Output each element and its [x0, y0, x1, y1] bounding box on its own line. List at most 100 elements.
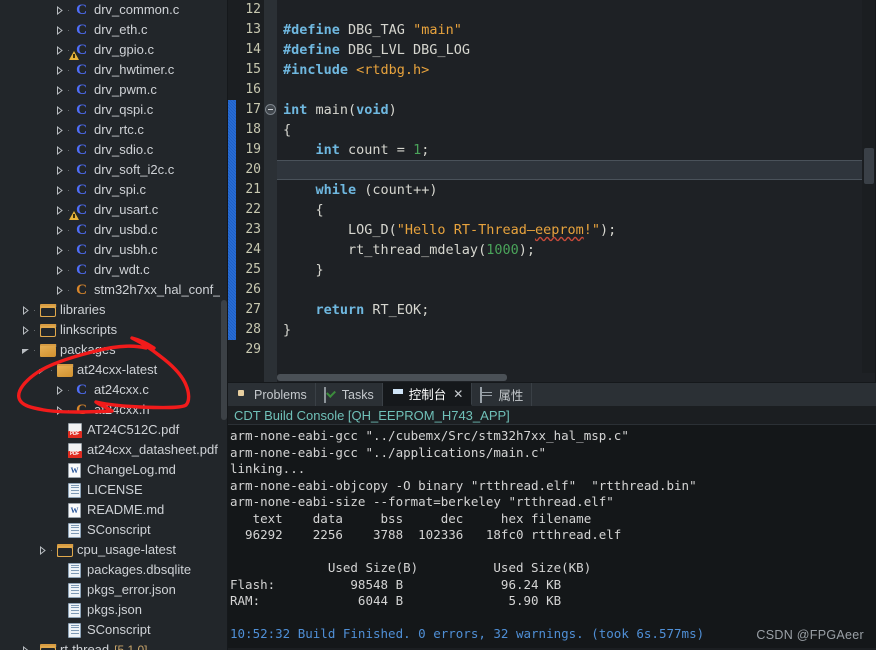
code-line[interactable]: #include <rtdbg.h> [277, 60, 876, 80]
chevron-right-icon[interactable] [54, 180, 65, 200]
editor-vertical-scrollbar[interactable] [862, 0, 876, 373]
project-explorer[interactable]: · Cdrv_common.c · Cdrv_eth.c · Cdrv_gpio.c · Cd… [0, 0, 228, 650]
tree-item[interactable]: · Cdrv_pwm.c [0, 80, 228, 100]
tree-expand-arrow[interactable] [54, 580, 65, 600]
tree-item[interactable]: · Cdrv_gpio.c [0, 40, 228, 60]
tree-expand-arrow[interactable] [54, 460, 65, 480]
tree-item[interactable]: · Cdrv_usbh.c [0, 240, 228, 260]
editor-horizontal-scrollbar-thumb[interactable] [277, 374, 507, 381]
tree-expand-arrow[interactable] [54, 420, 65, 440]
tree-item[interactable]: · packages [0, 340, 228, 360]
tree-item[interactable]: LICENSE [0, 480, 228, 500]
console-tab[interactable]: Tasks [316, 383, 383, 406]
tree-item[interactable]: packages.dbsqlite [0, 560, 228, 580]
chevron-right-icon[interactable] [54, 60, 65, 80]
code-line[interactable]: #define DBG_LVL DBG_LOG [277, 40, 876, 60]
code-line[interactable]: { [277, 120, 876, 140]
code-line[interactable]: int main(void) [277, 100, 876, 120]
editor-folding-column[interactable] [264, 0, 277, 382]
tree-item[interactable]: PDF AT24C512C.pdf [0, 420, 228, 440]
chevron-right-icon[interactable] [54, 160, 65, 180]
chevron-right-icon[interactable] [54, 260, 65, 280]
code-line[interactable]: } [277, 320, 876, 340]
console-tab[interactable]: 控制台 ✕ [382, 383, 473, 406]
chevron-right-icon[interactable] [54, 220, 65, 240]
console-tab[interactable]: Problems [228, 383, 316, 406]
tree-item[interactable]: · Cdrv_spi.c [0, 180, 228, 200]
chevron-right-icon[interactable] [20, 300, 31, 320]
tree-item[interactable]: · Cdrv_sdio.c [0, 140, 228, 160]
tree-item[interactable]: · Cdrv_rtc.c [0, 120, 228, 140]
chevron-right-icon[interactable] [54, 100, 65, 120]
console-scrollbar[interactable] [867, 425, 876, 648]
code-line[interactable]: } [277, 260, 876, 280]
chevron-right-icon[interactable] [54, 120, 65, 140]
code-line[interactable] [277, 0, 876, 20]
tree-item[interactable]: · cpu_usage-latest [0, 540, 228, 560]
collapse-fold-icon[interactable] [265, 104, 276, 115]
tree-item[interactable]: · rt-thread [5.1.0] [0, 640, 228, 650]
code-editor[interactable]: 12 13 14 15 16 17 18 19 20 21 22 23 24 25 26 27 28 29 #de… [228, 0, 876, 382]
tree-item[interactable]: · Cdrv_wdt.c [0, 260, 228, 280]
editor-vertical-scrollbar-thumb[interactable] [864, 148, 874, 184]
editor-code-area[interactable]: #define DBG_TAG "main" #define DBG_LVL DB… [277, 0, 876, 382]
code-line[interactable]: int count = 1; [277, 140, 876, 160]
editor-horizontal-scrollbar[interactable] [277, 373, 876, 382]
tree-item[interactable]: · Cdrv_soft_i2c.c [0, 160, 228, 180]
tree-expand-arrow[interactable] [54, 520, 65, 540]
tree-expand-arrow[interactable] [54, 600, 65, 620]
chevron-right-icon[interactable] [54, 20, 65, 40]
tree-item[interactable]: pkgs_error.json [0, 580, 228, 600]
close-icon[interactable]: ✕ [453, 387, 463, 401]
console-tab[interactable]: 属性 [472, 383, 533, 406]
tree-expand-arrow[interactable] [54, 500, 65, 520]
code-line[interactable]: #define DBG_TAG "main" [277, 20, 876, 40]
tree-item[interactable]: PDF at24cxx_datasheet.pdf [0, 440, 228, 460]
tree-item[interactable]: · Cdrv_usbd.c [0, 220, 228, 240]
tree-expand-arrow[interactable] [54, 480, 65, 500]
chevron-right-icon[interactable] [54, 380, 65, 400]
code-line[interactable] [277, 340, 876, 360]
tree-item[interactable]: · libraries [0, 300, 228, 320]
chevron-down-icon[interactable] [37, 360, 48, 380]
chevron-right-icon[interactable] [54, 80, 65, 100]
tree-item[interactable]: · Cat24cxx.c [0, 380, 228, 400]
console-panel[interactable]: Problems Tasks 控制台 ✕ 属性 CDT Build Console [Q… [228, 382, 876, 650]
chevron-right-icon[interactable] [20, 640, 31, 650]
code-line[interactable]: LOG_D("Hello RT-Thread—eeprom!"); [277, 220, 876, 240]
chevron-right-icon[interactable] [54, 140, 65, 160]
tree-item[interactable]: · Cdrv_qspi.c [0, 100, 228, 120]
tree-item[interactable]: · Cdrv_usart.c [0, 200, 228, 220]
tree-item[interactable]: · Cstm32h7xx_hal_conf_bak.h [0, 280, 228, 300]
code-line[interactable]: return RT_EOK; [277, 300, 876, 320]
tree-expand-arrow[interactable] [54, 560, 65, 580]
tree-item[interactable]: SConscript [0, 520, 228, 540]
code-line[interactable] [277, 280, 876, 300]
chevron-down-icon[interactable] [20, 340, 31, 360]
code-line[interactable]: rt_thread_mdelay(1000); [277, 240, 876, 260]
tree-item[interactable]: · linkscripts [0, 320, 228, 340]
chevron-right-icon[interactable] [54, 40, 65, 60]
tree-expand-arrow[interactable] [54, 620, 65, 640]
tree-item[interactable]: SConscript [0, 620, 228, 640]
code-line[interactable]: { [277, 200, 876, 220]
chevron-right-icon[interactable] [54, 0, 65, 20]
code-line[interactable] [277, 160, 876, 180]
tree-item[interactable]: W ChangeLog.md [0, 460, 228, 480]
tree-item[interactable]: W README.md [0, 500, 228, 520]
tree-item[interactable]: · Cdrv_hwtimer.c [0, 60, 228, 80]
tree-expand-arrow[interactable] [54, 440, 65, 460]
tree-item[interactable]: · at24cxx-latest [0, 360, 228, 380]
code-line[interactable] [277, 80, 876, 100]
chevron-right-icon[interactable] [54, 200, 65, 220]
console-output[interactable]: arm-none-eabi-gcc "../cubemx/Src/stm32h7… [228, 424, 876, 648]
chevron-right-icon[interactable] [54, 240, 65, 260]
project-tree[interactable]: · Cdrv_common.c · Cdrv_eth.c · Cdrv_gpio.c · Cd… [0, 0, 228, 650]
tree-item[interactable]: · Cat24cxx.h [0, 400, 228, 420]
console-tab-bar[interactable]: Problems Tasks 控制台 ✕ 属性 [228, 382, 876, 406]
chevron-right-icon[interactable] [54, 400, 65, 420]
chevron-right-icon[interactable] [20, 320, 31, 340]
tree-item[interactable]: · Cdrv_common.c [0, 0, 228, 20]
chevron-right-icon[interactable] [37, 540, 48, 560]
chevron-right-icon[interactable] [54, 280, 65, 300]
